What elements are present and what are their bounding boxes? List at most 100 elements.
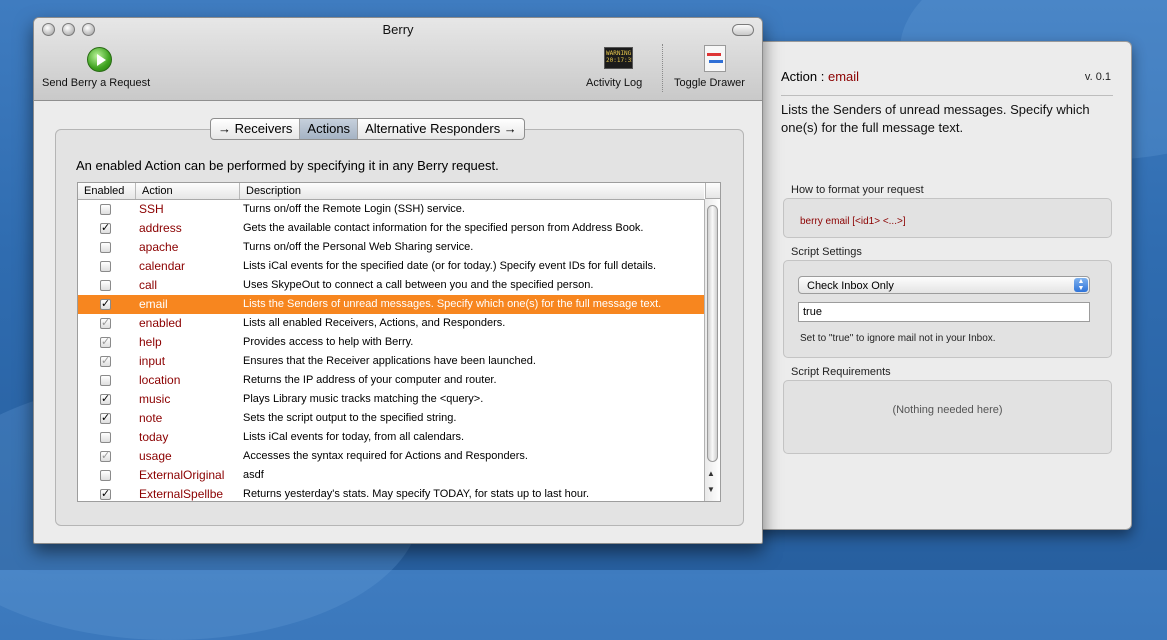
tab-actions[interactable]: Actions	[300, 119, 359, 139]
enabled-checkbox[interactable]	[100, 242, 111, 253]
table-row[interactable]: ✓ usage Accesses the syntax required for A…	[78, 447, 704, 466]
enabled-checkbox[interactable]: ✓	[100, 337, 111, 348]
table-row[interactable]: ✓ ExternalSpellbe Returns yesterday's stat…	[78, 485, 704, 501]
action-description-cell: Lists the Senders of unread messages. Sp…	[243, 298, 662, 310]
table-row[interactable]: call Uses SkypeOut to connect a call betw…	[78, 276, 704, 295]
enabled-checkbox[interactable]: ✓	[100, 394, 111, 405]
table-row[interactable]: ✓ enabled Lists all enabled Receivers, Act…	[78, 314, 704, 333]
settings-popup-value: Check Inbox Only	[807, 280, 894, 292]
enabled-cell: ✓	[78, 219, 136, 238]
column-header-enabled[interactable]: Enabled	[78, 183, 136, 199]
tab-alternative-responders[interactable]: Alternative Responders →	[358, 119, 524, 139]
action-description-cell: Returns yesterday's stats. May specify T…	[243, 488, 590, 500]
action-description-cell: Ensures that the Receiver applications h…	[243, 355, 536, 367]
drawer-action-name: email	[827, 69, 860, 84]
column-header-description[interactable]: Description	[240, 183, 704, 199]
activity-log-button[interactable]: Activity Log	[586, 77, 642, 89]
enabled-checkbox[interactable]: ✓	[100, 356, 111, 367]
table-row[interactable]: ✓ address Gets the available contact infor…	[78, 219, 704, 238]
action-description-cell: Accesses the syntax required for Actions…	[243, 450, 528, 462]
popup-arrows-icon: ▲ ▼	[1074, 278, 1088, 292]
enabled-checkbox[interactable]	[100, 432, 111, 443]
table-row[interactable]: SSH Turns on/off the Remote Login (SSH) s…	[78, 200, 704, 219]
settings-hint: Set to "true" to ignore mail not in your…	[800, 333, 996, 344]
table-row[interactable]: ✓ help Provides access to help with Berry.	[78, 333, 704, 352]
enabled-checkbox[interactable]: ✓	[100, 413, 111, 424]
action-description-cell: Lists iCal events for today, from all ca…	[243, 431, 465, 443]
settings-value-field[interactable]: true	[798, 302, 1090, 322]
enabled-cell	[78, 276, 136, 295]
vertical-scrollbar[interactable]: ▲ ▼	[704, 199, 720, 501]
enabled-checkbox[interactable]	[100, 204, 111, 215]
send-request-icon[interactable]	[87, 47, 112, 72]
format-syntax: berry email [<id1> <...>]	[800, 216, 906, 227]
drawer-description: Lists the Senders of unread messages. Sp…	[781, 102, 1090, 135]
action-name-cell: location	[139, 373, 181, 387]
toolbar-separator	[662, 44, 663, 92]
action-description-cell: Uses SkypeOut to connect a call between …	[243, 279, 594, 291]
action-name-cell: apache	[139, 240, 179, 254]
action-name-cell: note	[139, 411, 163, 425]
drawer-action-prefix: Action :	[781, 69, 825, 84]
table-row[interactable]: ✓ input Ensures that the Receiver applicat…	[78, 352, 704, 371]
action-description-cell: Turns on/off the Remote Login (SSH) serv…	[243, 203, 465, 215]
enabled-checkbox[interactable]	[100, 280, 111, 291]
toggle-drawer-button[interactable]: Toggle Drawer	[674, 77, 745, 89]
enabled-cell: ✓	[78, 447, 136, 466]
table-row[interactable]: ✓ music Plays Library music tracks matchin…	[78, 390, 704, 409]
table-row[interactable]: location Returns the IP address of your c…	[78, 371, 704, 390]
action-name-cell: call	[139, 278, 158, 292]
enabled-checkbox[interactable]	[100, 261, 111, 272]
enabled-checkbox[interactable]: ✓	[100, 451, 111, 462]
enabled-cell: ✓	[78, 295, 136, 314]
enabled-cell: ✓	[78, 409, 136, 428]
action-name-cell: calendar	[139, 259, 186, 273]
enabled-cell: ✓	[78, 352, 136, 371]
table-header: Enabled Action Description	[78, 183, 704, 200]
action-name-cell: address	[139, 221, 182, 235]
table-row[interactable]: ✓ note Sets the script output to the speci…	[78, 409, 704, 428]
table-row[interactable]: ExternalOriginal asdf	[78, 466, 704, 485]
table-row[interactable]: apache Turns on/off the Personal Web Shar…	[78, 238, 704, 257]
action-description-cell: asdf	[243, 469, 264, 481]
toggle-drawer-icon[interactable]	[704, 45, 726, 72]
toolbar-toggle-button[interactable]	[732, 24, 754, 36]
window-title: Berry	[382, 22, 414, 37]
scroll-thumb[interactable]	[707, 205, 718, 462]
action-description-cell: Lists all enabled Receivers, Actions, an…	[243, 317, 506, 329]
enabled-checkbox[interactable]	[100, 470, 111, 481]
enabled-checkbox[interactable]: ✓	[100, 489, 111, 500]
tab-receivers[interactable]: → Receivers	[211, 119, 301, 139]
settings-box: Check Inbox Only ▲ ▼ true Set to "true" t…	[783, 260, 1112, 358]
enabled-checkbox[interactable]: ✓	[100, 299, 111, 310]
requirements-box: (Nothing needed here)	[783, 380, 1112, 454]
action-description-cell: Lists iCal events for the specified date…	[243, 260, 657, 272]
scroll-down-arrow-icon[interactable]: ▼	[707, 485, 715, 494]
actions-table: Enabled Action Description SSH Turns on/o…	[77, 182, 721, 502]
drawer-divider	[781, 95, 1113, 96]
enabled-checkbox[interactable]	[100, 375, 111, 386]
enabled-cell: ✓	[78, 314, 136, 333]
table-row[interactable]: today Lists iCal events for today, from a…	[78, 428, 704, 447]
action-name-cell: ExternalSpellbe	[139, 487, 224, 501]
send-request-button[interactable]: Send Berry a Request	[42, 77, 150, 89]
action-name-cell: email	[139, 297, 168, 311]
table-row[interactable]: calendar Lists iCal events for the specif…	[78, 257, 704, 276]
enabled-checkbox[interactable]: ✓	[100, 318, 111, 329]
arrow-left-icon	[707, 53, 721, 56]
tab-bar: → Receivers Actions Alternative Responde…	[210, 118, 525, 140]
activity-log-icon[interactable]: WARNING 20:17:35	[604, 47, 633, 69]
enabled-cell	[78, 466, 136, 485]
table-header-corner	[705, 183, 720, 199]
enabled-checkbox[interactable]: ✓	[100, 223, 111, 234]
action-name-cell: enabled	[139, 316, 182, 330]
enabled-cell	[78, 238, 136, 257]
action-name-cell: SSH	[139, 202, 164, 216]
table-body: SSH Turns on/off the Remote Login (SSH) s…	[78, 200, 704, 501]
scroll-up-arrow-icon[interactable]: ▲	[707, 469, 715, 478]
action-description-cell: Sets the script output to the specified …	[243, 412, 457, 424]
table-row[interactable]: ✓ email Lists the Senders of unread messag…	[78, 295, 704, 314]
column-header-action[interactable]: Action	[136, 183, 240, 199]
settings-popup[interactable]: Check Inbox Only ▲ ▼	[798, 276, 1090, 294]
enabled-cell	[78, 428, 136, 447]
